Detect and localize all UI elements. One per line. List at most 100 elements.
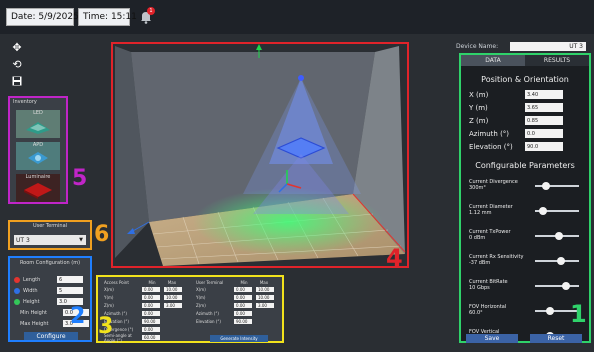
position-field-input[interactable]: 0.0 bbox=[525, 129, 563, 138]
user-terminal-select[interactable]: UT 3 ▼ bbox=[14, 235, 86, 245]
param-row: Current Divergence 300m° bbox=[469, 177, 583, 202]
param-slider-knob[interactable] bbox=[539, 207, 547, 215]
callout-3: 3 bbox=[98, 314, 114, 339]
move-icon[interactable]: ✥ bbox=[10, 40, 24, 54]
device-name-input[interactable]: UT 3 bbox=[510, 42, 586, 51]
apd-icon bbox=[28, 152, 48, 164]
notification-bell-icon[interactable]: 1 bbox=[138, 7, 155, 25]
height-dot-icon bbox=[14, 298, 20, 305]
user-terminal-row: Elevation (°) 90.00 bbox=[196, 318, 282, 325]
access-point-min-input[interactable]: 90.00 bbox=[142, 319, 160, 324]
user-terminal-max-input[interactable]: 10.00 bbox=[256, 295, 274, 300]
user-terminal-min-input[interactable]: 0.00 bbox=[234, 303, 252, 308]
position-field-label: Elevation (°) bbox=[469, 142, 513, 151]
room-width-input[interactable]: 5 bbox=[57, 287, 83, 294]
tab-results[interactable]: RESULTS bbox=[525, 55, 589, 66]
param-value: 0 dBm bbox=[469, 235, 486, 241]
user-terminal-min-input[interactable]: 90.00 bbox=[234, 319, 252, 324]
param-row: Current BitRate 10 Gbps bbox=[469, 277, 583, 302]
param-row: Current TxPower 0 dBm bbox=[469, 227, 583, 252]
save-icon[interactable] bbox=[10, 74, 24, 88]
param-slider-knob[interactable] bbox=[555, 232, 563, 240]
user-terminal-row-label: X(m) bbox=[196, 287, 206, 292]
time-label: Time: bbox=[83, 12, 109, 22]
position-field-input[interactable]: 3.40 bbox=[525, 90, 563, 99]
configure-button[interactable]: Configure bbox=[24, 332, 78, 340]
save-button[interactable]: Save bbox=[466, 334, 518, 343]
inventory-item-led[interactable]: LED bbox=[16, 110, 60, 138]
inventory-item-luminaire[interactable]: Luminaire bbox=[16, 174, 60, 202]
user-terminal-select-title: User Terminal bbox=[32, 223, 68, 229]
access-point-min-input[interactable]: 0.00 bbox=[142, 327, 160, 332]
param-slider-knob[interactable] bbox=[542, 182, 550, 190]
callout-6: 6 bbox=[94, 222, 110, 247]
user-terminal-row-label: Elevation (°) bbox=[196, 319, 221, 324]
access-point-row: Z(m) 0.00 3.00 bbox=[104, 302, 196, 309]
access-point-min-input[interactable]: 0.00 bbox=[142, 295, 160, 300]
param-label-group: Current Diameter 1.12 mm bbox=[469, 204, 533, 216]
access-point-min-input[interactable]: 60.00 bbox=[142, 335, 160, 340]
inventory-item-apd[interactable]: APD bbox=[16, 142, 60, 170]
device-tabs: DATA RESULTS bbox=[461, 55, 589, 66]
param-value: -37 dBm bbox=[469, 260, 491, 266]
rotate-icon[interactable]: ⟲ bbox=[10, 57, 24, 71]
room-length-row: Length 6 bbox=[14, 274, 90, 285]
width-dot-icon bbox=[14, 287, 20, 294]
room-length-label: Length bbox=[23, 276, 41, 283]
user-terminal-min-input[interactable]: 0.00 bbox=[234, 295, 252, 300]
access-point-row: Semi-angle at Angle (°) 60.00 bbox=[104, 333, 196, 343]
position-field-row: Z (m) 0.85 bbox=[469, 114, 581, 127]
param-value: 60.0° bbox=[469, 310, 483, 316]
param-slider-knob[interactable] bbox=[557, 257, 565, 265]
position-field-input[interactable]: 90.0 bbox=[525, 142, 563, 151]
user-terminal-row-label: Azimuth (°) bbox=[196, 311, 219, 316]
access-point-min-input[interactable]: 0.00 bbox=[142, 311, 160, 316]
date-label: Date: bbox=[11, 12, 36, 22]
param-label-group: Current BitRate 10 Gbps bbox=[469, 279, 533, 291]
user-terminal-min-input[interactable]: 0.00 bbox=[234, 287, 252, 292]
luminaire-icon bbox=[24, 183, 52, 199]
tab-data[interactable]: DATA bbox=[461, 55, 525, 66]
position-field-input[interactable]: 0.85 bbox=[525, 116, 563, 125]
position-field-label: Z (m) bbox=[469, 116, 489, 125]
inventory-panel: Inventory LED APD Luminaire bbox=[8, 96, 68, 204]
access-point-row-label: X(m) bbox=[104, 287, 114, 292]
access-point-header: Access Point Min Max bbox=[104, 280, 196, 285]
access-point-min-input[interactable]: 0.00 bbox=[142, 303, 160, 308]
room-width-row: Width 5 bbox=[14, 285, 90, 296]
access-point-max-input[interactable]: 3.00 bbox=[164, 303, 182, 308]
position-fields: X (m) 3.40 Y (m) 3.65 Z (m) 0.85 Azimuth (°) 0.… bbox=[469, 88, 581, 153]
param-slider-knob[interactable] bbox=[546, 307, 554, 315]
reset-button[interactable]: Reset bbox=[530, 334, 582, 343]
param-value: 300m° bbox=[469, 185, 486, 191]
access-point-max-input[interactable]: 10.00 bbox=[164, 295, 182, 300]
room-height-label: Height bbox=[23, 298, 40, 305]
position-field-input[interactable]: 3.65 bbox=[525, 103, 563, 112]
position-field-row: Elevation (°) 90.0 bbox=[469, 140, 581, 153]
user-terminal-selected: UT 3 bbox=[16, 236, 30, 244]
room-length-input[interactable]: 6 bbox=[57, 276, 83, 283]
user-terminal-max-header: Max bbox=[259, 280, 269, 285]
user-terminal-rows: X(m) 0.00 10.00 Y(m) 0.00 10.00 Z(m) 0.00 3.00 Az… bbox=[196, 286, 282, 325]
user-terminal-max-input[interactable]: 10.00 bbox=[256, 287, 274, 292]
user-terminal-max-input[interactable]: 3.00 bbox=[256, 303, 274, 308]
callout-2: 2 bbox=[70, 304, 86, 329]
3d-viewport[interactable] bbox=[111, 42, 409, 268]
user-terminal-row: Y(m) 0.00 10.00 bbox=[196, 294, 282, 301]
param-slider-knob[interactable] bbox=[562, 282, 570, 290]
access-point-min-input[interactable]: 0.00 bbox=[142, 287, 160, 292]
user-terminal-title: User Terminal bbox=[196, 280, 224, 285]
generate-intensity-button[interactable]: Generate Intensity bbox=[210, 335, 268, 342]
access-point-min-header: Min bbox=[148, 280, 156, 285]
access-point-row: Y(m) 0.00 10.00 bbox=[104, 294, 196, 301]
param-slider-track[interactable] bbox=[535, 285, 579, 287]
param-value: 10 Gbps bbox=[469, 285, 490, 291]
user-terminal-header: User Terminal Min Max bbox=[196, 280, 282, 285]
chevron-down-icon: ▼ bbox=[79, 237, 83, 243]
led-icon bbox=[26, 122, 50, 134]
position-field-label: Azimuth (°) bbox=[469, 129, 510, 138]
access-point-max-input[interactable]: 10.00 bbox=[164, 287, 182, 292]
user-terminal-min-input[interactable]: 0.00 bbox=[234, 311, 252, 316]
user-terminal-row: Z(m) 0.00 3.00 bbox=[196, 302, 282, 309]
user-terminal-select-panel: User Terminal UT 3 ▼ bbox=[8, 220, 92, 250]
